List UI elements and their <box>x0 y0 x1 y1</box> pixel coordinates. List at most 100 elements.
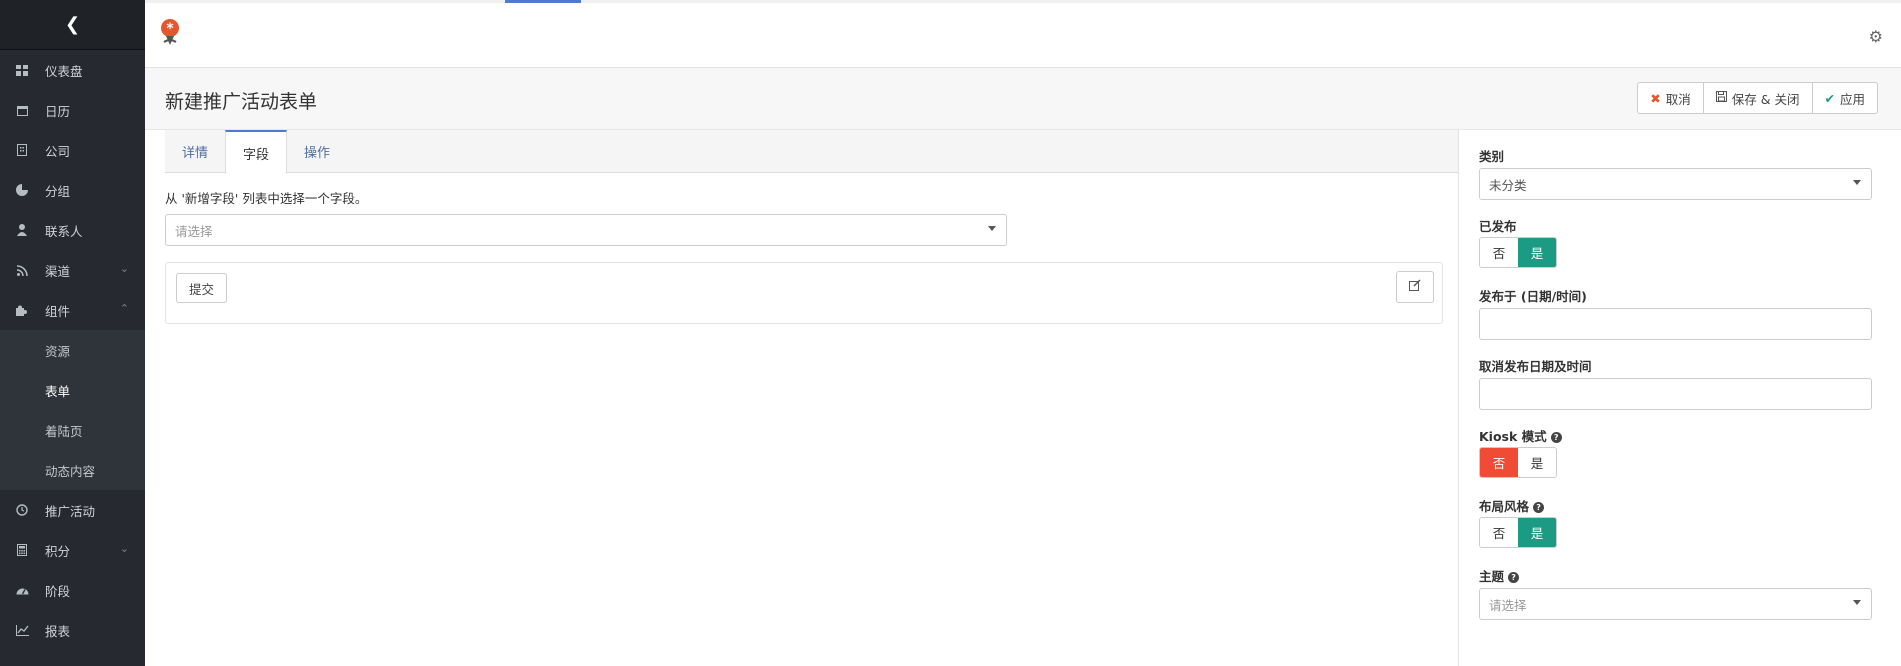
chevron-up-icon: ⌃ <box>119 302 129 315</box>
kiosk-label-text: Kiosk 模式 <box>1479 429 1547 444</box>
publish-up-label-text: 发布于 (日期/时间) <box>1479 289 1587 304</box>
sidebar-item-forms[interactable]: 表单 <box>0 370 145 410</box>
apply-button[interactable]: ✔ 应用 <box>1813 83 1878 113</box>
toolbar-button-group: ✖ 取消 保存 & 关闭 ✔ 应用 <box>1637 82 1878 114</box>
sidebar-item-assets[interactable]: 资源 <box>0 330 145 370</box>
caret-down-icon <box>1853 180 1861 185</box>
chevron-down-icon: ⌄ <box>119 262 129 275</box>
layout-label-text: 布局风格 <box>1479 499 1530 514</box>
kiosk-label: Kiosk 模式? <box>1479 426 1562 445</box>
sidebar-item-label: 联系人 <box>45 223 83 239</box>
sidebar-item-components[interactable]: 组件 ⌃ <box>0 290 145 330</box>
published-yes-option[interactable]: 是 <box>1518 238 1556 267</box>
layout-no-option[interactable]: 否 <box>1480 518 1518 547</box>
calculator-icon <box>14 542 30 558</box>
sidebar-item-campaigns[interactable]: 推广活动 <box>0 490 145 530</box>
sidebar-item-label: 动态内容 <box>45 463 96 479</box>
tab-fields[interactable]: 字段 <box>225 130 288 174</box>
sidebar-item-stages[interactable]: 阶段 <box>0 570 145 610</box>
published-label-text: 已发布 <box>1479 219 1517 234</box>
caret-down-icon <box>1853 600 1861 605</box>
dashboard-icon <box>14 62 30 78</box>
tab-details[interactable]: 详情 <box>165 130 225 173</box>
gauge-icon <box>14 582 30 598</box>
submit-button-label: 提交 <box>189 281 215 297</box>
kiosk-toggle[interactable]: 否 是 <box>1479 447 1557 478</box>
apply-button-label: 应用 <box>1839 91 1865 107</box>
theme-select[interactable]: 请选择 <box>1479 588 1872 620</box>
sidebar-item-label: 积分 <box>45 543 71 559</box>
sidebar-item-dynamic-content[interactable]: 动态内容 <box>0 450 145 490</box>
chevron-down-icon: ⌄ <box>119 542 129 555</box>
new-field-select[interactable]: 请选择 <box>165 214 1007 246</box>
sidebar-item-calendar[interactable]: 日历 <box>0 90 145 130</box>
pie-chart-icon <box>14 182 30 198</box>
kiosk-yes-option[interactable]: 是 <box>1518 448 1556 477</box>
theme-placeholder: 请选择 <box>1489 597 1527 613</box>
page-title-bar: 新建推广活动表单 ✖ 取消 保存 & 关闭 ✔ 应用 <box>145 68 1901 130</box>
top-header: * ⚙ <box>145 3 1901 68</box>
publish-down-input[interactable] <box>1479 378 1872 410</box>
sidebar-item-contacts[interactable]: 联系人 <box>0 210 145 250</box>
theme-label: 主题? <box>1479 566 1520 585</box>
cancel-button-label: 取消 <box>1665 91 1691 107</box>
sidebar-item-label: 日历 <box>45 103 71 119</box>
tab-bar: 详情 字段 操作 <box>165 130 1458 174</box>
save-close-button-label: 保存 & 关闭 <box>1731 91 1800 107</box>
caret-down-icon <box>988 226 996 231</box>
tab-actions[interactable]: 操作 <box>287 130 347 173</box>
components-submenu: 资源 表单 着陆页 动态内容 <box>0 330 145 490</box>
published-toggle[interactable]: 否 是 <box>1479 237 1557 268</box>
building-icon <box>14 142 30 158</box>
category-label-text: 类别 <box>1479 149 1505 164</box>
sidebar-item-label: 阶段 <box>45 583 71 599</box>
sidebar-item-landing-pages[interactable]: 着陆页 <box>0 410 145 450</box>
tab-label: 字段 <box>243 147 270 163</box>
layout-toggle[interactable]: 否 是 <box>1479 517 1557 548</box>
publish-down-label-text: 取消发布日期及时间 <box>1479 359 1592 374</box>
sidebar-item-companies[interactable]: 公司 <box>0 130 145 170</box>
help-icon[interactable]: ? <box>1550 432 1562 443</box>
layout-label: 布局风格? <box>1479 496 1545 515</box>
sidebar-item-label: 分组 <box>45 183 71 199</box>
sidebar-item-label: 公司 <box>45 143 71 159</box>
sidebar-item-label: 渠道 <box>45 263 71 279</box>
sidebar-item-label: 表单 <box>45 383 71 399</box>
sidebar-item-points[interactable]: 积分 ⌄ <box>0 530 145 570</box>
help-icon[interactable]: ? <box>1533 502 1545 513</box>
save-icon <box>1715 91 1727 105</box>
close-icon: ✖ <box>1650 90 1661 106</box>
sidebar-item-reports[interactable]: 报表 <box>0 610 145 650</box>
sidebar-item-label: 报表 <box>45 623 71 639</box>
sidebar-item-label: 组件 <box>45 303 71 319</box>
theme-label-text: 主题 <box>1479 569 1505 584</box>
layout-yes-option[interactable]: 是 <box>1518 518 1556 547</box>
edit-button[interactable] <box>1396 271 1434 303</box>
publish-up-input[interactable] <box>1479 308 1872 340</box>
sidebar-item-channels[interactable]: 渠道 ⌄ <box>0 250 145 290</box>
cancel-button[interactable]: ✖ 取消 <box>1638 83 1704 113</box>
publish-down-label: 取消发布日期及时间 <box>1479 356 1592 375</box>
calendar-icon <box>14 102 30 118</box>
gear-icon[interactable]: ⚙ <box>1869 27 1883 46</box>
category-select[interactable]: 未分类 <box>1479 168 1872 200</box>
category-value: 未分类 <box>1489 177 1527 193</box>
page-title: 新建推广活动表单 <box>165 91 318 113</box>
save-close-button[interactable]: 保存 & 关闭 <box>1704 83 1813 113</box>
submit-button[interactable]: 提交 <box>176 273 228 303</box>
publish-up-label: 发布于 (日期/时间) <box>1479 286 1587 305</box>
kiosk-no-option[interactable]: 否 <box>1480 448 1518 477</box>
sidebar-item-segments[interactable]: 分组 <box>0 170 145 210</box>
published-no-option[interactable]: 否 <box>1480 238 1518 267</box>
help-icon[interactable]: ? <box>1508 572 1520 583</box>
published-label: 已发布 <box>1479 216 1517 235</box>
sidebar-item-dashboard[interactable]: 仪表盘 <box>0 50 145 90</box>
user-icon <box>14 222 30 238</box>
app-logo[interactable]: * <box>160 18 180 46</box>
svg-text:*: * <box>166 21 174 37</box>
clock-icon <box>14 502 30 518</box>
sidebar-collapse-button[interactable]: ❮ <box>0 0 145 50</box>
tab-label: 操作 <box>304 146 331 161</box>
app-root: ❮ 仪表盘 日历 公司 分组 联系人 渠道 ⌄ 组件 ⌃ 资源 表单 着陆页 动… <box>0 0 1901 666</box>
sidebar-item-label: 资源 <box>45 343 71 359</box>
